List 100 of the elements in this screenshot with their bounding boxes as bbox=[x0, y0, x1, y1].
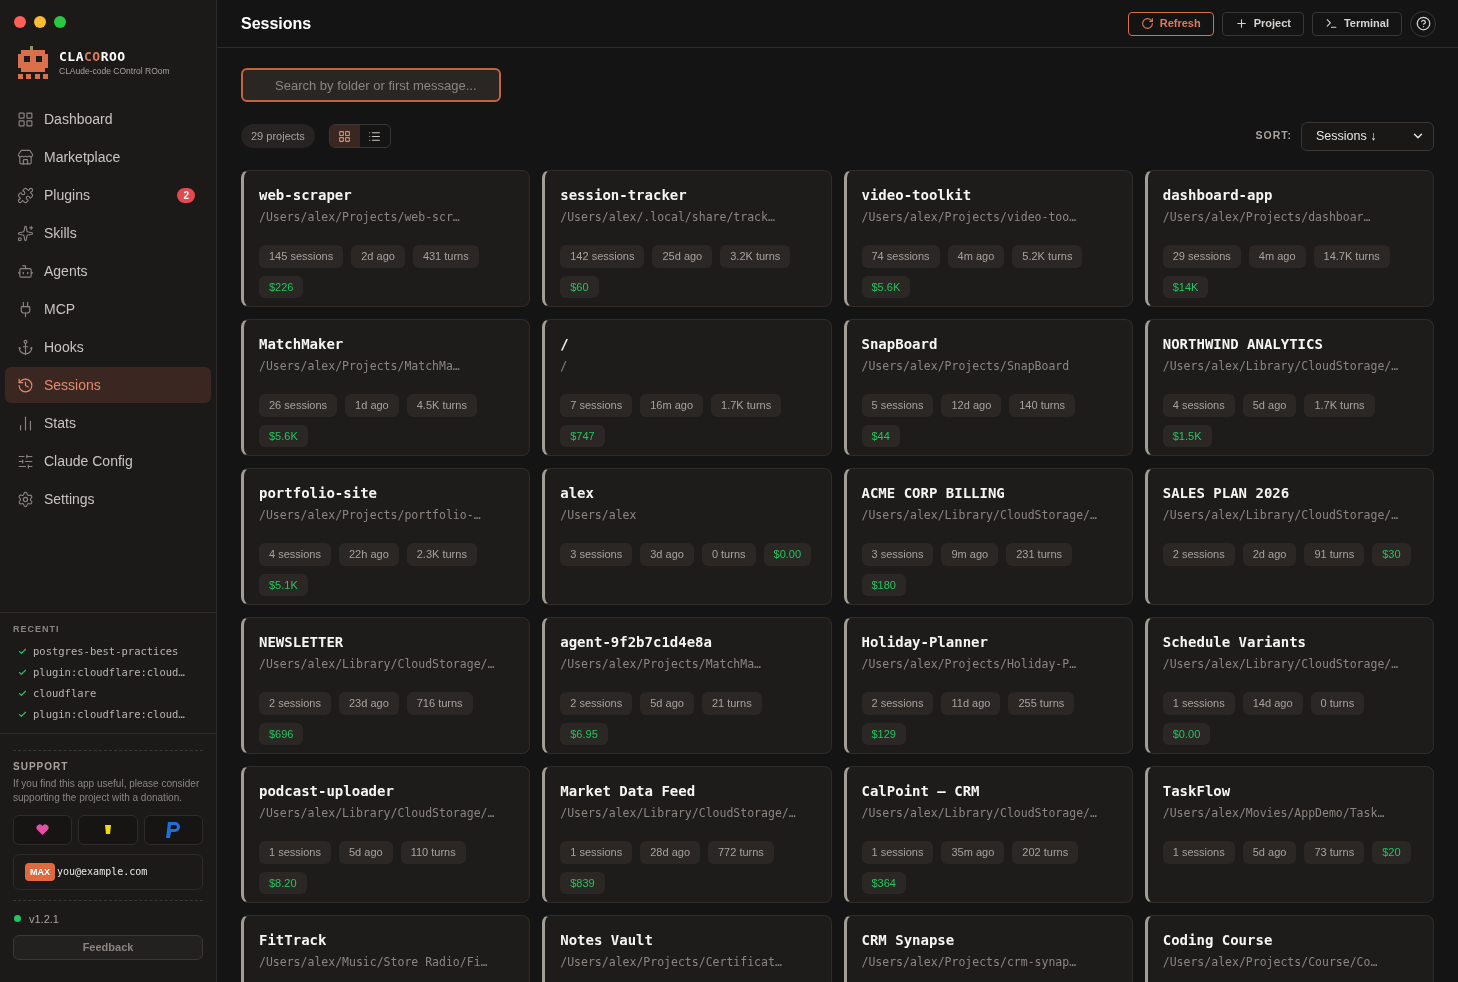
cost-tag: $5.6K bbox=[259, 424, 308, 447]
feedback-button[interactable]: Feedback bbox=[13, 935, 203, 960]
stat-tag: 145 sessions bbox=[259, 245, 344, 268]
stat-tag: 142 sessions bbox=[560, 245, 645, 268]
project-card[interactable]: FitTrack /Users/alex/Music/Store Radio/Fi… bbox=[241, 915, 531, 982]
project-path: /Users/alex/Projects/crm-synap… bbox=[861, 954, 1078, 970]
project-path: /Users/alex/Library/CloudStorage/… bbox=[259, 805, 496, 821]
nav-item[interactable]: Stats bbox=[5, 405, 211, 441]
project-card[interactable]: session-tracker /Users/alex/.local/share/track… 142 sessions 25d ago 3.2K turns $60 bbox=[542, 170, 832, 307]
project-card[interactable]: ACME CORP BILLING /Users/alex/Library/CloudStorage/… 3 sessions 9m ago 231 turns $180 bbox=[843, 468, 1133, 605]
sort-select[interactable]: Sessions ↓ bbox=[1301, 121, 1434, 151]
stat-tag: 1 sessions bbox=[560, 841, 633, 864]
project-card[interactable]: Schedule Variants /Users/alex/Library/CloudStorage/… 1 sessions 14d ago 0 turns $0.00 bbox=[1144, 617, 1434, 754]
project-card[interactable]: MatchMaker /Users/alex/Projects/MatchMa… 26 sessions 1d ago 4.5K turns $5.6K bbox=[241, 319, 531, 456]
plus-icon bbox=[1234, 17, 1248, 30]
nav-item[interactable]: Marketplace bbox=[5, 139, 211, 175]
stat-tag: 3 sessions bbox=[560, 543, 633, 566]
history-icon bbox=[17, 376, 34, 394]
stat-tag: 4.5K turns bbox=[406, 394, 477, 417]
project-card[interactable]: Coding Course /Users/alex/Projects/Course/Co… bbox=[1144, 915, 1434, 982]
project-card[interactable]: TaskFlow /Users/alex/Movies/AppDemo/Task… 1 sessions 5d ago 73 turns $20 bbox=[1144, 766, 1434, 903]
stat-tag: 4 sessions bbox=[1162, 394, 1235, 417]
project-card[interactable]: NEWSLETTER /Users/alex/Library/CloudStorage/… 2 sessions 23d ago 716 turns $696 bbox=[241, 617, 531, 754]
cost-tag: $0.00 bbox=[763, 543, 812, 566]
grid-view-button[interactable] bbox=[329, 125, 360, 147]
stat-tag: 21 turns bbox=[701, 692, 762, 715]
project-card[interactable]: NORTHWIND ANALYTICS /Users/alex/Library/CloudStorage/… 4 sessions 5d ago 1.7K turns $1.5K bbox=[1144, 319, 1434, 456]
nav-item[interactable]: Sessions bbox=[5, 367, 211, 403]
cost-tag: $30 bbox=[1372, 543, 1411, 566]
project-count: 29 projects bbox=[241, 123, 315, 149]
stat-tag: 0 turns bbox=[701, 543, 756, 566]
project-card[interactable]: web-scraper /Users/alex/Projects/web-scr… 145 sessions 2d ago 431 turns $226 bbox=[241, 170, 531, 307]
terminal-button[interactable]: Terminal bbox=[1311, 11, 1402, 36]
search-field[interactable]: Search by folder or first message... bbox=[241, 68, 501, 102]
project-card[interactable]: video-toolkit /Users/alex/Projects/video-too… 74 sessions 4m ago 5.2K turns $5.6K bbox=[843, 170, 1133, 307]
heart-icon bbox=[36, 823, 50, 836]
stat-tag: 2d ago bbox=[1242, 543, 1297, 566]
donate-button[interactable] bbox=[78, 814, 138, 845]
project-name: session-tracker bbox=[560, 186, 688, 205]
project-name: Coding Course bbox=[1162, 931, 1274, 950]
project-card[interactable]: podcast-uploader /Users/alex/Library/CloudStorage/… 1 sessions 5d ago 110 turns $8.20 bbox=[241, 766, 531, 903]
project-card[interactable]: alex /Users/alex 3 sessions 3d ago 0 turns $0.00 bbox=[542, 468, 832, 605]
recent-item[interactable]: plugin:cloudflare:cloud… bbox=[13, 663, 203, 681]
nav-item[interactable]: MCP bbox=[5, 291, 211, 327]
stat-tag: 140 turns bbox=[1009, 394, 1076, 417]
recent-item[interactable]: postgres-best-practices bbox=[13, 642, 203, 660]
project-card[interactable]: Market Data Feed /Users/alex/Library/CloudStorage/… 1 sessions 28d ago 772 turns $839 bbox=[542, 766, 832, 903]
cost-tag: $60 bbox=[560, 275, 599, 298]
cost-tag: $1.5K bbox=[1162, 424, 1212, 447]
project-card[interactable]: / / 7 sessions 16m ago 1.7K turns $747 bbox=[542, 319, 832, 456]
stat-tag: 2 sessions bbox=[560, 692, 633, 715]
project-path: /Users/alex/Library/CloudStorage/… bbox=[1162, 358, 1400, 374]
stat-tag: 16m ago bbox=[640, 394, 704, 417]
project-card[interactable]: CRM Synapse /Users/alex/Projects/crm-synap… bbox=[843, 915, 1133, 982]
refresh-button[interactable]: Refresh bbox=[1127, 11, 1214, 36]
check-icon bbox=[18, 667, 27, 677]
project-card[interactable]: SALES PLAN 2026 /Users/alex/Library/CloudStorage/… 2 sessions 2d ago 91 turns $30 bbox=[1144, 468, 1434, 605]
project-name: CRM Synapse bbox=[861, 931, 956, 950]
stat-tag: 716 turns bbox=[406, 692, 473, 715]
mascot-icon bbox=[15, 45, 51, 81]
project-name: Market Data Feed bbox=[560, 782, 697, 801]
stat-tag: 5d ago bbox=[640, 692, 694, 715]
add-project-button[interactable]: Project bbox=[1221, 11, 1304, 36]
recent-item[interactable]: plugin:cloudflare:cloud… bbox=[13, 705, 203, 723]
stat-tag: 1 sessions bbox=[1162, 692, 1235, 715]
project-card[interactable]: dashboard-app /Users/alex/Projects/dashboar… 29 sessions 4m ago 14.7K turns $14K bbox=[1144, 170, 1434, 307]
help-icon bbox=[1415, 16, 1431, 31]
stat-tag: 14d ago bbox=[1242, 692, 1303, 715]
project-card[interactable]: agent-9f2b7c1d4e8a /Users/alex/Projects/MatchMa… 2 sessions 5d ago 21 turns $6.95 bbox=[542, 617, 832, 754]
project-path: /Users/alex/Projects/video-too… bbox=[861, 209, 1078, 225]
project-name: podcast-uploader bbox=[259, 782, 395, 801]
project-path: /Users/alex/Library/CloudStorage/… bbox=[560, 805, 797, 821]
project-name: Schedule Variants bbox=[1162, 633, 1308, 652]
project-card[interactable]: Notes Vault /Users/alex/Projects/Certificat… bbox=[542, 915, 832, 982]
nav-item[interactable]: Hooks bbox=[5, 329, 211, 365]
project-card[interactable]: SnapBoard /Users/alex/Projects/SnapBoard 5 sessions 12d ago 140 turns $44 bbox=[843, 319, 1133, 456]
nav-item[interactable]: Plugins 2 bbox=[5, 177, 211, 213]
project-name: FitTrack bbox=[259, 931, 328, 950]
project-card[interactable]: CalPoint – CRM /Users/alex/Library/CloudStorage/… 1 sessions 35m ago 202 turns $364 bbox=[843, 766, 1133, 903]
stat-tag: 2 sessions bbox=[861, 692, 934, 715]
project-name: Notes Vault bbox=[560, 931, 654, 950]
cost-tag: $5.6K bbox=[861, 275, 911, 298]
nav-item[interactable]: Agents bbox=[5, 253, 211, 289]
support-text: If you find this app useful, please consider supporting the project with a donation. bbox=[13, 776, 201, 805]
nav-item[interactable]: Skills bbox=[5, 215, 211, 251]
grid-icon bbox=[338, 129, 352, 143]
project-card[interactable]: Holiday-Planner /Users/alex/Projects/Holiday-P… 2 sessions 11d ago 255 turns $129 bbox=[843, 617, 1133, 754]
stat-tag: 5d ago bbox=[1242, 394, 1297, 417]
puzzle-icon bbox=[17, 186, 34, 204]
nav-item[interactable]: Claude Config bbox=[5, 443, 211, 479]
nav-item[interactable]: Dashboard bbox=[5, 101, 211, 137]
stat-tag: 14.7K turns bbox=[1313, 245, 1390, 268]
donate-button[interactable] bbox=[13, 814, 73, 845]
cup-icon bbox=[105, 825, 111, 834]
recent-item[interactable]: cloudflare bbox=[13, 684, 203, 702]
project-card[interactable]: portfolio-site /Users/alex/Projects/portfolio-… 4 sessions 22h ago 2.3K turns $5.1K bbox=[241, 468, 531, 605]
stat-tag: 5d ago bbox=[339, 841, 393, 864]
nav-item[interactable]: Settings bbox=[5, 481, 211, 517]
list-icon bbox=[368, 129, 382, 143]
stat-tag: 1.7K turns bbox=[1304, 394, 1375, 417]
